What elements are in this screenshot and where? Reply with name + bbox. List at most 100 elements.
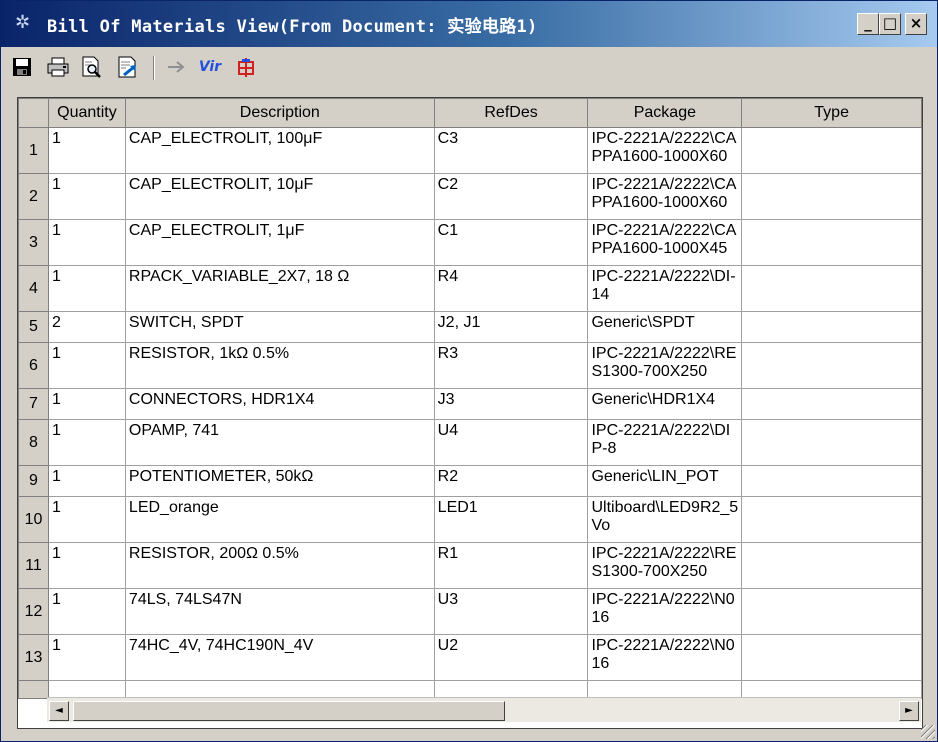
column-header-type[interactable]: Type — [741, 98, 922, 128]
table-row[interactable]: 12 1 74LS, 74LS47N U3 IPC-2221A/2222\N01… — [18, 588, 922, 635]
type-cell[interactable] — [741, 342, 922, 389]
description-cell[interactable]: POTENTIOMETER, 50kΩ — [124, 465, 435, 497]
column-header-package[interactable]: Package — [587, 98, 743, 128]
description-cell[interactable]: 74LS, 74LS47N — [124, 588, 435, 635]
package-cell[interactable]: IPC-2221A/2222\CAPPA1600-1000X60 — [587, 173, 743, 220]
table-row[interactable]: 1 1 CAP_ELECTROLIT, 100μF C3 IPC-2221A/2… — [18, 127, 922, 174]
row-number[interactable]: 1 — [18, 127, 49, 174]
row-number[interactable]: 13 — [18, 634, 49, 681]
type-cell[interactable] — [741, 173, 922, 220]
horizontal-scrollbar[interactable]: ◄ ► — [47, 697, 921, 722]
scroll-right-button[interactable]: ► — [899, 701, 919, 721]
type-cell[interactable] — [741, 542, 922, 589]
row-number[interactable]: 2 — [18, 173, 49, 220]
export-icon[interactable] — [115, 54, 141, 80]
row-number[interactable]: 12 — [18, 588, 49, 635]
description-cell[interactable]: LED_orange — [124, 496, 435, 543]
refdes-cell[interactable]: C2 — [433, 173, 589, 220]
refdes-cell[interactable]: R2 — [433, 465, 589, 497]
table-row[interactable]: 3 1 CAP_ELECTROLIT, 1μF C1 IPC-2221A/222… — [18, 219, 922, 266]
table-row[interactable]: 7 1 CONNECTORS, HDR1X4 J3 Generic\HDR1X4 — [18, 388, 922, 420]
resize-grip-icon[interactable] — [921, 725, 935, 739]
refdes-cell[interactable]: U2 — [433, 634, 589, 681]
type-cell[interactable] — [741, 219, 922, 266]
description-cell[interactable]: RPACK_VARIABLE_2X7, 18 Ω — [124, 265, 435, 312]
arrow-icon[interactable] — [163, 54, 189, 80]
description-cell[interactable]: 74HC_4V, 74HC190N_4V — [124, 634, 435, 681]
row-number[interactable]: 7 — [18, 388, 49, 420]
row-number[interactable]: 4 — [18, 265, 49, 312]
quantity-cell[interactable]: 1 — [47, 342, 126, 389]
quantity-cell[interactable]: 1 — [47, 465, 126, 497]
refdes-cell[interactable]: J2, J1 — [433, 311, 589, 343]
package-cell[interactable]: Generic\LIN_POT — [587, 465, 743, 497]
quantity-cell[interactable]: 1 — [47, 219, 126, 266]
table-row[interactable]: 4 1 RPACK_VARIABLE_2X7, 18 Ω R4 IPC-2221… — [18, 265, 922, 312]
close-button[interactable]: × — [905, 13, 927, 35]
print-icon[interactable] — [45, 54, 71, 80]
type-cell[interactable] — [741, 588, 922, 635]
scroll-thumb[interactable] — [73, 701, 505, 721]
quantity-cell[interactable]: 1 — [47, 634, 126, 681]
quantity-cell[interactable]: 2 — [47, 311, 126, 343]
virtual-icon[interactable]: Vir — [197, 54, 223, 80]
package-cell[interactable]: Generic\SPDT — [587, 311, 743, 343]
type-cell[interactable] — [741, 311, 922, 343]
column-header-quantity[interactable]: Quantity — [47, 98, 126, 128]
corner-header[interactable] — [18, 98, 49, 128]
type-cell[interactable] — [741, 419, 922, 466]
quantity-cell[interactable]: 1 — [47, 419, 126, 466]
maximize-button[interactable]: □ — [879, 13, 901, 35]
package-cell[interactable]: IPC-2221A/2222\N016 — [587, 588, 743, 635]
refdes-cell[interactable]: R1 — [433, 542, 589, 589]
description-cell[interactable]: CAP_ELECTROLIT, 1μF — [124, 219, 435, 266]
quantity-cell[interactable]: 1 — [47, 588, 126, 635]
package-cell[interactable]: IPC-2221A/2222\RES1300-700X250 — [587, 342, 743, 389]
description-cell[interactable]: CAP_ELECTROLIT, 10μF — [124, 173, 435, 220]
type-cell[interactable] — [741, 388, 922, 420]
table-row[interactable]: 9 1 POTENTIOMETER, 50kΩ R2 Generic\LIN_P… — [18, 465, 922, 497]
row-number[interactable]: 9 — [18, 465, 49, 497]
quantity-cell[interactable]: 1 — [47, 388, 126, 420]
package-cell[interactable]: IPC-2221A/2222\CAPPA1600-1000X60 — [587, 127, 743, 174]
table-row[interactable]: 8 1 OPAMP, 741 U4 IPC-2221A/2222\DIP-8 — [18, 419, 922, 466]
type-cell[interactable] — [741, 127, 922, 174]
column-header-description[interactable]: Description — [124, 98, 435, 128]
component-icon[interactable] — [233, 54, 259, 80]
quantity-cell[interactable]: 1 — [47, 265, 126, 312]
refdes-cell[interactable]: C3 — [433, 127, 589, 174]
row-number[interactable]: 10 — [18, 496, 49, 543]
save-icon[interactable] — [9, 54, 35, 80]
row-number[interactable]: 3 — [18, 219, 49, 266]
refdes-cell[interactable]: C1 — [433, 219, 589, 266]
row-number[interactable]: 11 — [18, 542, 49, 589]
refdes-cell[interactable]: J3 — [433, 388, 589, 420]
quantity-cell[interactable]: 1 — [47, 127, 126, 174]
table-row[interactable]: 10 1 LED_orange LED1 Ultiboard\LED9R2_5V… — [18, 496, 922, 543]
refdes-cell[interactable]: U3 — [433, 588, 589, 635]
row-number[interactable]: 8 — [18, 419, 49, 466]
package-cell[interactable]: IPC-2221A/2222\DIP-8 — [587, 419, 743, 466]
package-cell[interactable]: IPC-2221A/2222\RES1300-700X250 — [587, 542, 743, 589]
row-number[interactable]: 6 — [18, 342, 49, 389]
refdes-cell[interactable]: R4 — [433, 265, 589, 312]
package-cell[interactable]: Ultiboard\LED9R2_5Vo — [587, 496, 743, 543]
scroll-left-button[interactable]: ◄ — [49, 701, 69, 721]
description-cell[interactable]: CONNECTORS, HDR1X4 — [124, 388, 435, 420]
description-cell[interactable]: SWITCH, SPDT — [124, 311, 435, 343]
refdes-cell[interactable]: LED1 — [433, 496, 589, 543]
quantity-cell[interactable]: 1 — [47, 173, 126, 220]
table-row[interactable]: 2 1 CAP_ELECTROLIT, 10μF C2 IPC-2221A/22… — [18, 173, 922, 220]
description-cell[interactable]: OPAMP, 741 — [124, 419, 435, 466]
column-header-refdes[interactable]: RefDes — [433, 98, 589, 128]
package-cell[interactable]: Generic\HDR1X4 — [587, 388, 743, 420]
quantity-cell[interactable]: 1 — [47, 496, 126, 543]
refdes-cell[interactable]: R3 — [433, 342, 589, 389]
table-row[interactable]: 11 1 RESISTOR, 200Ω 0.5% R1 IPC-2221A/22… — [18, 542, 922, 589]
quantity-cell[interactable]: 1 — [47, 542, 126, 589]
type-cell[interactable] — [741, 634, 922, 681]
print-preview-icon[interactable] — [79, 54, 105, 80]
row-number[interactable]: 5 — [18, 311, 49, 343]
table-row[interactable]: 5 2 SWITCH, SPDT J2, J1 Generic\SPDT — [18, 311, 922, 343]
minimize-button[interactable]: _ — [857, 13, 879, 35]
